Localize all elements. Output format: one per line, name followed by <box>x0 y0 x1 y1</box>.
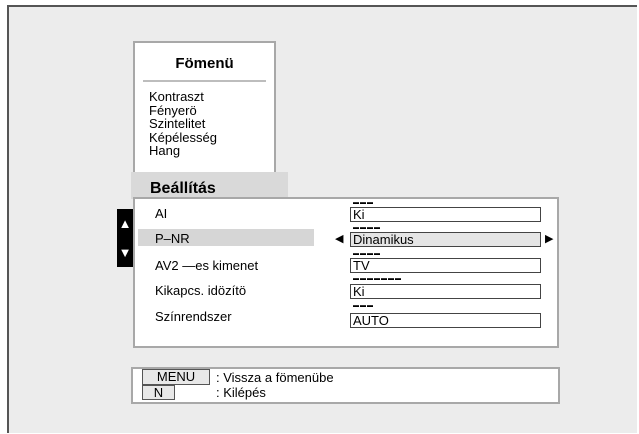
setting-label-timer[interactable]: Kikapcs. idözítö <box>155 283 246 298</box>
n-key-description: : Kilépés <box>216 385 266 400</box>
setting-label-pnr[interactable]: P–NR <box>155 231 190 246</box>
menu-item-fenyero[interactable]: Fényerö <box>149 103 217 118</box>
setting-label-color-system[interactable]: Színrendszer <box>155 309 232 324</box>
main-menu-panel: Fömenü Kontraszt Fényerö Szintelitet Kép… <box>133 41 276 181</box>
menu-item-hang[interactable]: Hang <box>149 144 217 158</box>
scroll-up-icon[interactable]: ▲ <box>117 217 133 230</box>
setting-value-color-system[interactable]: AUTO <box>350 313 541 328</box>
setting-label-ai[interactable]: AI <box>155 206 167 221</box>
scroll-bar[interactable]: ▲ ▼ <box>117 209 133 267</box>
setting-indicator-pnr: ▬▬▬▬ <box>353 225 381 231</box>
n-key[interactable]: N <box>142 385 175 400</box>
menu-item-kontraszt[interactable]: Kontraszt <box>149 90 217 104</box>
setting-label-av2[interactable]: AV2 —es kimenet <box>155 258 258 273</box>
setting-value-ai[interactable]: Ki <box>350 207 541 222</box>
menu-key-description: : Vissza a fömenübe <box>216 370 334 385</box>
setting-indicator-av2: ▬▬▬▬ <box>353 251 381 257</box>
main-menu-title: Fömenü <box>175 55 234 72</box>
menu-item-kepelesseg[interactable]: Képélesség <box>149 130 217 145</box>
right-arrow-icon[interactable]: ▶ <box>545 234 553 245</box>
setting-value-av2[interactable]: TV <box>350 258 541 273</box>
setting-indicator-color-system: ▬▬▬ <box>353 303 374 309</box>
left-arrow-icon[interactable]: ◀ <box>335 234 343 245</box>
menu-key[interactable]: MENU <box>142 369 210 385</box>
setting-indicator-ai: ▬▬▬ <box>353 200 374 206</box>
setting-value-pnr[interactable]: Dinamikus <box>350 232 541 247</box>
scroll-down-icon[interactable]: ▼ <box>117 246 133 259</box>
settings-title[interactable]: Beállítás <box>150 180 216 198</box>
setting-indicator-timer: ▬▬▬▬▬▬▬ <box>353 276 402 282</box>
main-menu-divider <box>143 80 266 82</box>
menu-item-szintelitet[interactable]: Szintelitet <box>149 117 217 131</box>
setting-value-timer[interactable]: Ki <box>350 284 541 299</box>
main-menu-list: Kontraszt Fényerö Szintelitet Képélesség… <box>149 90 217 158</box>
